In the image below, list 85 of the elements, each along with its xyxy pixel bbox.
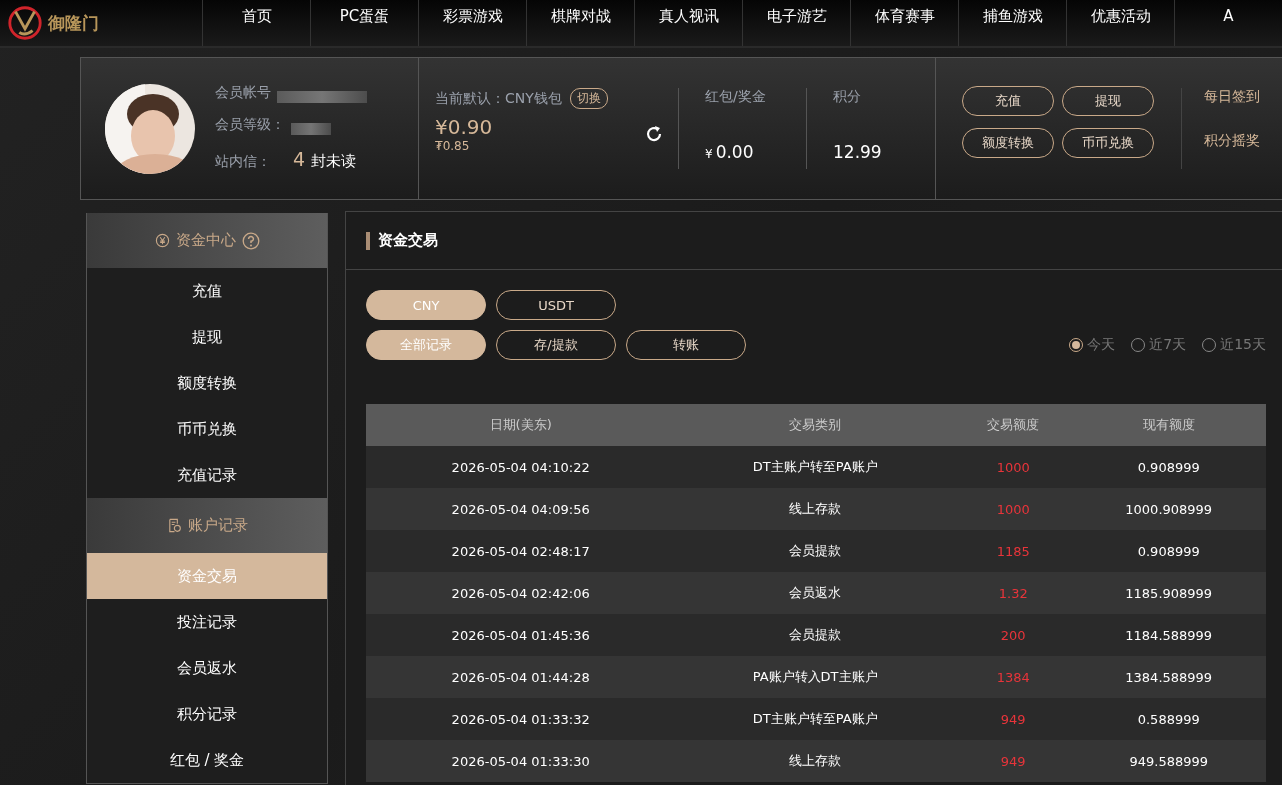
sidebar-item[interactable]: 红包 / 奖金: [87, 737, 327, 783]
table-cell: 1000.908999: [1071, 488, 1266, 530]
table-cell: 949: [955, 740, 1072, 782]
default-wallet-label: 当前默认：CNY钱包: [435, 89, 562, 108]
nav-link[interactable]: 首页: [202, 0, 310, 46]
nav-link[interactable]: 棋牌对战: [526, 0, 634, 46]
table-cell: 线上存款: [675, 488, 955, 530]
logo-text: 御隆门: [48, 11, 99, 35]
table-cell: 200: [955, 614, 1072, 656]
table-cell: 1185.908999: [1071, 572, 1266, 614]
table-cell: 2026-05-04 01:45:36: [366, 614, 676, 656]
nav-link[interactable]: 优惠活动: [1066, 0, 1174, 46]
sidebar-item[interactable]: 额度转换: [87, 360, 327, 406]
table-cell: 1.32: [955, 572, 1072, 614]
sub-balance: ₮0.85: [435, 139, 471, 153]
bonus-label: 红包/奖金: [705, 88, 767, 106]
sidebar-title: 账户记录: [187, 516, 248, 535]
unread-text: 封未读: [311, 151, 357, 171]
points-label: 积分: [833, 88, 862, 106]
bonus-link[interactable]: 积分摇奖: [1204, 132, 1260, 150]
message-count: 4: [293, 147, 306, 170]
table-cell: 2026-05-04 04:10:22: [366, 446, 676, 488]
sidebar-item[interactable]: 积分记录: [87, 691, 327, 737]
table-cell: 线上存款: [675, 740, 955, 782]
help-icon[interactable]: [241, 231, 260, 250]
table-cell: PA账户转入DT主账户: [675, 656, 955, 698]
table-cell: 2026-05-04 01:44:28: [366, 656, 676, 698]
sidebar-item[interactable]: 充值记录: [87, 452, 327, 498]
table-cell: 2026-05-04 04:09:56: [366, 488, 676, 530]
currency-sign: ¥: [705, 147, 713, 161]
sidebar-item[interactable]: 币币兑换: [87, 406, 327, 452]
nav-link[interactable]: 真人视讯: [634, 0, 742, 46]
table-cell: 1384.588999: [1071, 656, 1266, 698]
panel-title: 资金交易: [378, 231, 438, 250]
table-cell: 2026-05-04 02:42:06: [366, 572, 676, 614]
nav-link[interactable]: PC蛋蛋: [310, 0, 418, 46]
sidebar-item[interactable]: 提现: [87, 314, 327, 360]
table-cell: 会员提款: [675, 530, 955, 572]
sidebar-item[interactable]: 投注记录: [87, 599, 327, 645]
level-label: 会员等级：: [215, 115, 285, 134]
table-cell: 0.908999: [1071, 446, 1266, 488]
points-value: 12.99: [833, 142, 882, 162]
table-cell: 2026-05-04 01:33:30: [366, 740, 676, 782]
nav-link[interactable]: A: [1174, 0, 1282, 46]
table-cell: 1000: [955, 488, 1072, 530]
period-label: 今天: [1087, 336, 1116, 354]
table-cell: 会员返水: [675, 572, 955, 614]
table-cell: 1000: [955, 446, 1072, 488]
document-icon: [166, 518, 182, 533]
nav-link[interactable]: 体育赛事: [850, 0, 958, 46]
table-cell: 2026-05-04 02:48:17: [366, 530, 676, 572]
nav-link[interactable]: 彩票游戏: [418, 0, 526, 46]
table-cell: 949: [955, 698, 1072, 740]
table-cell: 1384: [955, 656, 1072, 698]
nav-link[interactable]: 电子游艺: [742, 0, 850, 46]
column-header: 交易额度: [955, 404, 1072, 446]
table-cell: 2026-05-04 01:33:32: [366, 698, 676, 740]
table-cell: 0.908999: [1071, 530, 1266, 572]
bonus-link[interactable]: 每日签到: [1204, 88, 1260, 106]
refresh-icon[interactable]: [644, 124, 664, 144]
logo-icon: [6, 4, 44, 42]
table-cell: DT主账户转至PA账户: [675, 698, 955, 740]
column-header: 现有额度: [1071, 404, 1266, 446]
balance-value: ¥0.90: [435, 115, 493, 139]
table-cell: 949.588999: [1071, 740, 1266, 782]
redacted-block: [291, 122, 331, 135]
table-cell: 1185: [955, 530, 1072, 572]
column-header: 交易类别: [675, 404, 955, 446]
switch-button[interactable]: 切换: [569, 88, 608, 109]
yuan-icon: [154, 233, 170, 248]
nav-link[interactable]: 捕鱼游戏: [958, 0, 1066, 46]
table-cell: 会员提款: [675, 614, 955, 656]
sidebar-title: 资金中心: [175, 231, 236, 250]
table-cell: DT主账户转至PA账户: [675, 446, 955, 488]
title-accent: [366, 231, 370, 250]
period-label: 近7天: [1149, 336, 1187, 354]
period-label: 近15天: [1220, 336, 1266, 354]
column-header: 日期(美东): [366, 404, 676, 446]
messages-label: 站内信：: [215, 152, 271, 171]
sidebar-item[interactable]: 会员返水: [87, 645, 327, 691]
sidebar-item[interactable]: 充值: [87, 268, 327, 314]
table-cell: 1184.588999: [1071, 614, 1266, 656]
bonus-value: 0.00: [715, 142, 754, 162]
account-label: 会员帐号: [215, 83, 271, 102]
table-cell: 0.588999: [1071, 698, 1266, 740]
